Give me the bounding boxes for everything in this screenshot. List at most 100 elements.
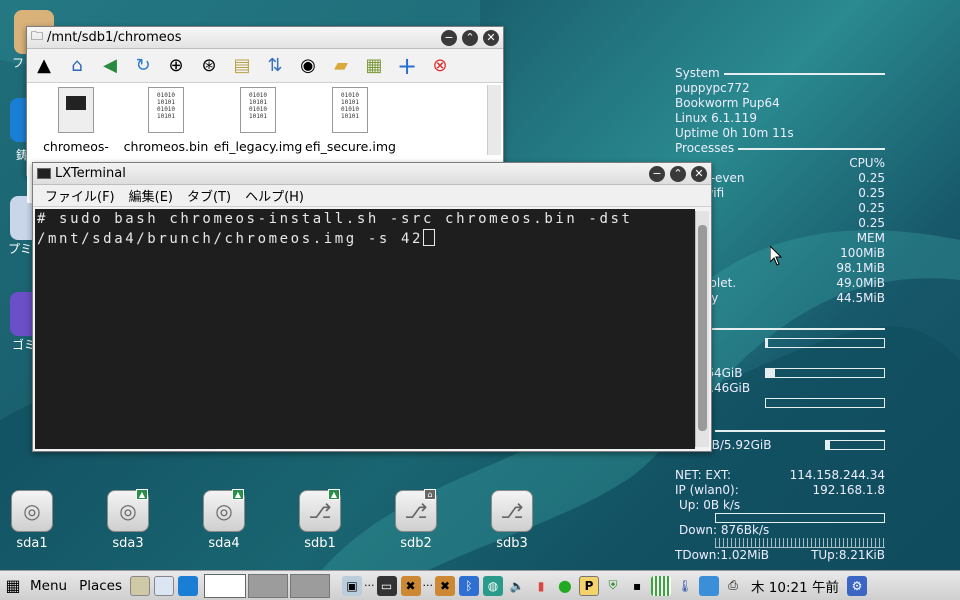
- cpu-meter-icon[interactable]: [651, 575, 672, 596]
- hard-drive-icon: ◎: [11, 490, 53, 532]
- maximize-button[interactable]: ⌃: [670, 165, 686, 182]
- taskbar-terminal[interactable]: [248, 573, 289, 598]
- image-viewer-icon[interactable]: ▣: [342, 575, 363, 596]
- hard-drive-icon: ◎ ▲: [107, 489, 149, 532]
- drive-label: sda1: [16, 536, 48, 551]
- desktop-cloud-label: プミ: [8, 242, 33, 256]
- file-item[interactable]: 01010 10101 01010 10101 efi_legacy.img: [213, 87, 303, 154]
- app-launcher-icon[interactable]: ✖: [435, 575, 456, 596]
- terminal-launcher-icon[interactable]: [178, 575, 199, 596]
- file-item[interactable]: 01010 10101 01010 10101 chromeos.bin: [121, 87, 211, 154]
- bluetooth-icon[interactable]: ᛒ: [459, 575, 480, 596]
- usb-drive-icon: ⎇ ▲: [299, 489, 341, 532]
- file-manager-titlebar[interactable]: 🗀 /mnt/sdb1/chromeos − ⌃ ✕: [27, 27, 503, 49]
- printer-icon[interactable]: ⎙: [723, 576, 743, 596]
- command-line-2: /mnt/sda4/brunch/chromeos.img -s 42: [37, 230, 424, 247]
- processes-section-header: Processes: [675, 141, 885, 156]
- download-rate: Down: 876Bk/s: [679, 523, 770, 537]
- file-list-scrollbar[interactable]: [487, 85, 501, 155]
- file-name: chromeos.bin: [123, 139, 209, 154]
- menu-tabs[interactable]: タブ(T): [187, 186, 231, 205]
- download-graph: [715, 538, 885, 548]
- app-tray-icon[interactable]: ✖: [400, 575, 421, 596]
- upload-rate: Up: 0B k/s: [679, 498, 741, 512]
- app-p-icon[interactable]: P: [579, 575, 600, 596]
- file-item[interactable]: chromeos-install.sh: [31, 87, 121, 154]
- menu-file[interactable]: ファイル(F): [45, 186, 115, 205]
- drive-sdb2[interactable]: ⎇ ⌂ sdb2: [386, 489, 446, 551]
- folder-icon: 🗀: [31, 29, 44, 43]
- eye-icon[interactable]: ◉: [295, 53, 321, 79]
- mounted-icon: ▲: [328, 489, 340, 500]
- more-indicator: ···: [364, 579, 375, 592]
- usb-drive-icon: ⎇ ⌂: [395, 489, 437, 532]
- terminal-scrollbar[interactable]: [695, 211, 709, 447]
- terminal-menubar: ファイル(F) 編集(E) タブ(T) ヘルプ(H): [33, 185, 711, 207]
- zoom-fit-icon[interactable]: ⊛: [196, 53, 222, 79]
- binary-file-icon: 01010 10101 01010 10101: [332, 87, 368, 133]
- cloud-icon[interactable]: [154, 575, 175, 596]
- maximize-button[interactable]: ⌃: [462, 29, 478, 46]
- drive-label: sdb1: [304, 536, 336, 551]
- help-lifebuoy-icon[interactable]: ⊗: [427, 53, 453, 79]
- details-icon[interactable]: ▦: [361, 53, 387, 79]
- menu-edit[interactable]: 編集(E): [129, 186, 173, 205]
- sort-icon[interactable]: ⇅: [262, 53, 288, 79]
- firewall-shield-icon[interactable]: ⛨: [603, 576, 623, 596]
- menu-grid-icon[interactable]: ▦: [2, 574, 24, 598]
- places-button[interactable]: Places: [73, 574, 128, 598]
- kernel: Linux 6.1.119: [675, 111, 757, 125]
- list-view-icon[interactable]: ▤: [229, 53, 255, 79]
- menu-help[interactable]: ヘルプ(H): [245, 186, 304, 205]
- terminal-titlebar[interactable]: LXTerminal − ⌃ ✕: [33, 163, 711, 185]
- taskbar-empty-slot[interactable]: [290, 573, 331, 598]
- distro: Bookworm Pup64: [675, 96, 780, 110]
- zoom-in-icon[interactable]: ⊕: [163, 53, 189, 79]
- save-icon[interactable]: ▪: [627, 576, 647, 596]
- drive-sda3[interactable]: ◎ ▲ sda3: [98, 489, 158, 551]
- taskbar-file-manager[interactable]: [204, 573, 247, 598]
- refresh-icon[interactable]: ↻: [130, 53, 156, 79]
- terminal-output[interactable]: # sudo bash chromeos-install.sh -src chr…: [35, 209, 695, 449]
- open-folder-icon[interactable]: ▰: [328, 53, 354, 79]
- terminal-tray-icon[interactable]: ▭: [376, 575, 397, 596]
- drive-sda1[interactable]: ◎ sda1: [2, 490, 62, 551]
- home-mount-icon: ⌂: [424, 489, 436, 500]
- binary-file-icon: 01010 10101 01010 10101: [240, 87, 276, 133]
- disk-usage-icon[interactable]: ⬤: [555, 576, 575, 596]
- cpu-bar: [765, 338, 885, 348]
- close-button[interactable]: ✕: [691, 165, 707, 182]
- add-icon[interactable]: +: [394, 52, 420, 80]
- taskbar: ▦ Menu Places ▣ ··· ▭ ✖ ··· ✖ ᛒ ◍ 🔈 ▮ ⬤ …: [0, 570, 960, 600]
- mem-column-header: MEM: [856, 231, 885, 245]
- hostname: puppypc772: [675, 81, 750, 95]
- clock[interactable]: 木 10:21 午前: [745, 574, 845, 598]
- text-cursor: [423, 228, 436, 246]
- up-icon[interactable]: ▲: [31, 53, 57, 79]
- close-button[interactable]: ✕: [483, 29, 499, 46]
- settings-gear-icon[interactable]: ⚙: [847, 575, 868, 596]
- drive-sda4[interactable]: ◎ ▲ sda4: [194, 489, 254, 551]
- home-icon[interactable]: ⌂: [64, 53, 90, 79]
- total-down: TDown:1.02MiB: [675, 548, 770, 562]
- desktop-show-icon[interactable]: [130, 575, 151, 596]
- drive-sdb3[interactable]: ⎇ sdb3: [482, 490, 542, 551]
- mounted-icon: ▲: [136, 489, 148, 500]
- file-manager-title: /mnt/sdb1/chromeos: [47, 30, 182, 45]
- display-icon[interactable]: [699, 575, 720, 596]
- battery-icon[interactable]: ▮: [531, 576, 551, 596]
- drive-label: sda4: [208, 536, 240, 551]
- upload-graph: [715, 513, 885, 523]
- file-item[interactable]: 01010 10101 01010 10101 efi_secure.img: [305, 87, 396, 154]
- network-icon[interactable]: ◍: [483, 575, 504, 596]
- minimize-button[interactable]: −: [441, 29, 457, 46]
- total-up: TUp:8.21KiB: [811, 548, 885, 562]
- drive-sdb1[interactable]: ⎇ ▲ sdb1: [290, 489, 350, 551]
- menu-button[interactable]: Menu: [24, 574, 73, 598]
- temperature-icon[interactable]: 🌡: [675, 576, 695, 596]
- mounted-icon: ▲: [232, 489, 244, 500]
- minimize-button[interactable]: −: [649, 165, 665, 182]
- volume-icon[interactable]: 🔈: [507, 576, 527, 596]
- back-icon[interactable]: ◀: [97, 53, 123, 79]
- drive-label: sdb3: [496, 536, 528, 551]
